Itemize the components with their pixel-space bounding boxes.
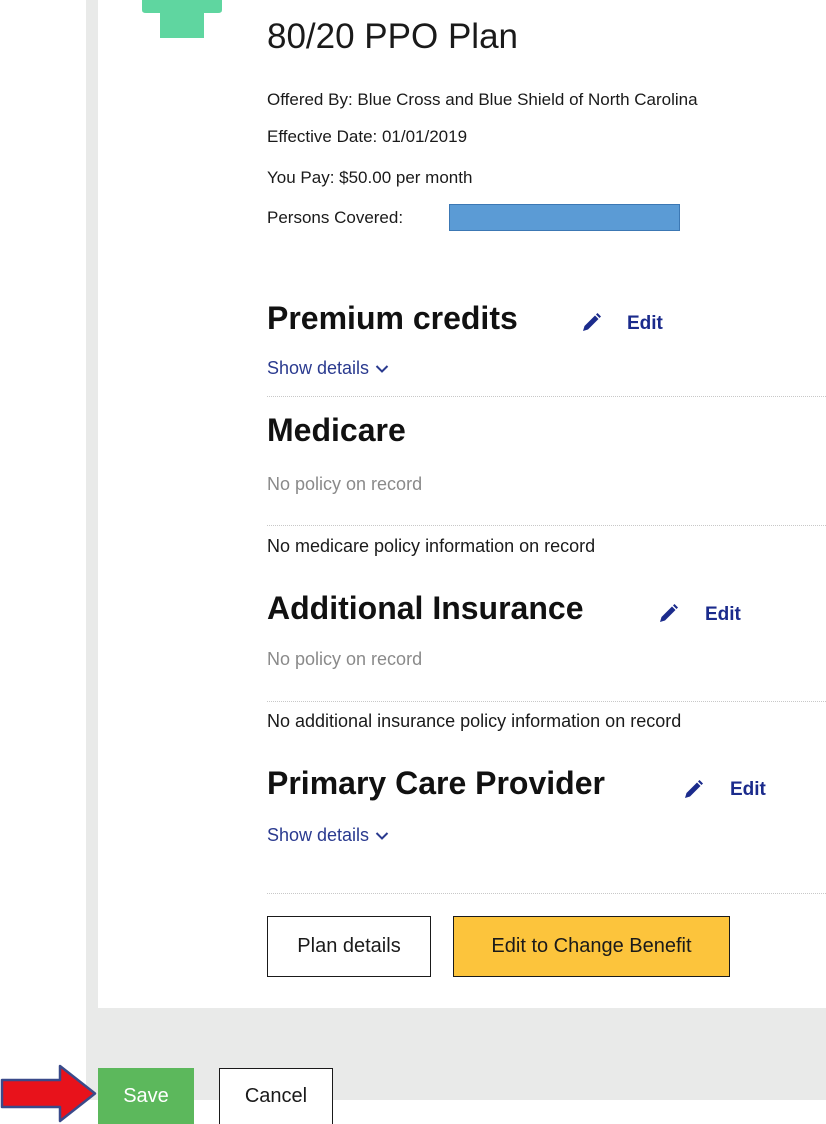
primary-care-provider-heading: Primary Care Provider <box>267 765 605 801</box>
additional-insurance-info: No additional insurance policy informati… <box>267 711 682 731</box>
divider <box>267 525 826 526</box>
divider <box>267 396 826 397</box>
pencil-icon[interactable] <box>580 312 602 334</box>
premium-credits-edit-link[interactable]: Edit <box>627 313 663 335</box>
additional-insurance-edit-link[interactable]: Edit <box>705 604 741 626</box>
chevron-down-icon <box>375 832 389 841</box>
offered-by: Offered By: Blue Cross and Blue Shield o… <box>267 90 698 109</box>
medicare-status: No policy on record <box>267 474 423 494</box>
save-button[interactable]: Save <box>98 1068 194 1124</box>
pencil-icon[interactable] <box>682 779 704 801</box>
medicare-heading: Medicare <box>267 412 406 448</box>
additional-insurance-heading: Additional Insurance <box>267 590 584 626</box>
pencil-icon[interactable] <box>657 603 679 625</box>
plan-card <box>98 0 826 1008</box>
premium-credits-heading: Premium credits <box>267 300 518 336</box>
medicare-info: No medicare policy information on record <box>267 536 596 556</box>
plan-details-button[interactable]: Plan details <box>267 916 431 977</box>
effective-date: Effective Date: 01/01/2019 <box>267 127 468 146</box>
edit-to-change-benefit-button[interactable]: Edit to Change Benefit <box>453 916 730 977</box>
additional-insurance-status: No policy on record <box>267 649 423 669</box>
show-details-label: Show details <box>267 358 370 378</box>
chevron-down-icon <box>375 365 389 374</box>
divider <box>267 893 826 894</box>
you-pay: You Pay: $50.00 per month <box>267 168 473 187</box>
plan-title: 80/20 PPO Plan <box>267 17 518 56</box>
show-details-label: Show details <box>267 825 370 845</box>
divider <box>267 701 826 702</box>
redacted-persons-covered <box>449 204 680 231</box>
primary-care-provider-edit-link[interactable]: Edit <box>730 779 766 801</box>
premium-credits-show-details[interactable]: Show details <box>267 358 389 379</box>
plan-icon <box>142 0 222 38</box>
red-arrow-icon <box>0 1064 97 1123</box>
cancel-button[interactable]: Cancel <box>219 1068 333 1124</box>
persons-covered-label: Persons Covered: <box>267 208 404 227</box>
primary-care-provider-show-details[interactable]: Show details <box>267 825 389 846</box>
